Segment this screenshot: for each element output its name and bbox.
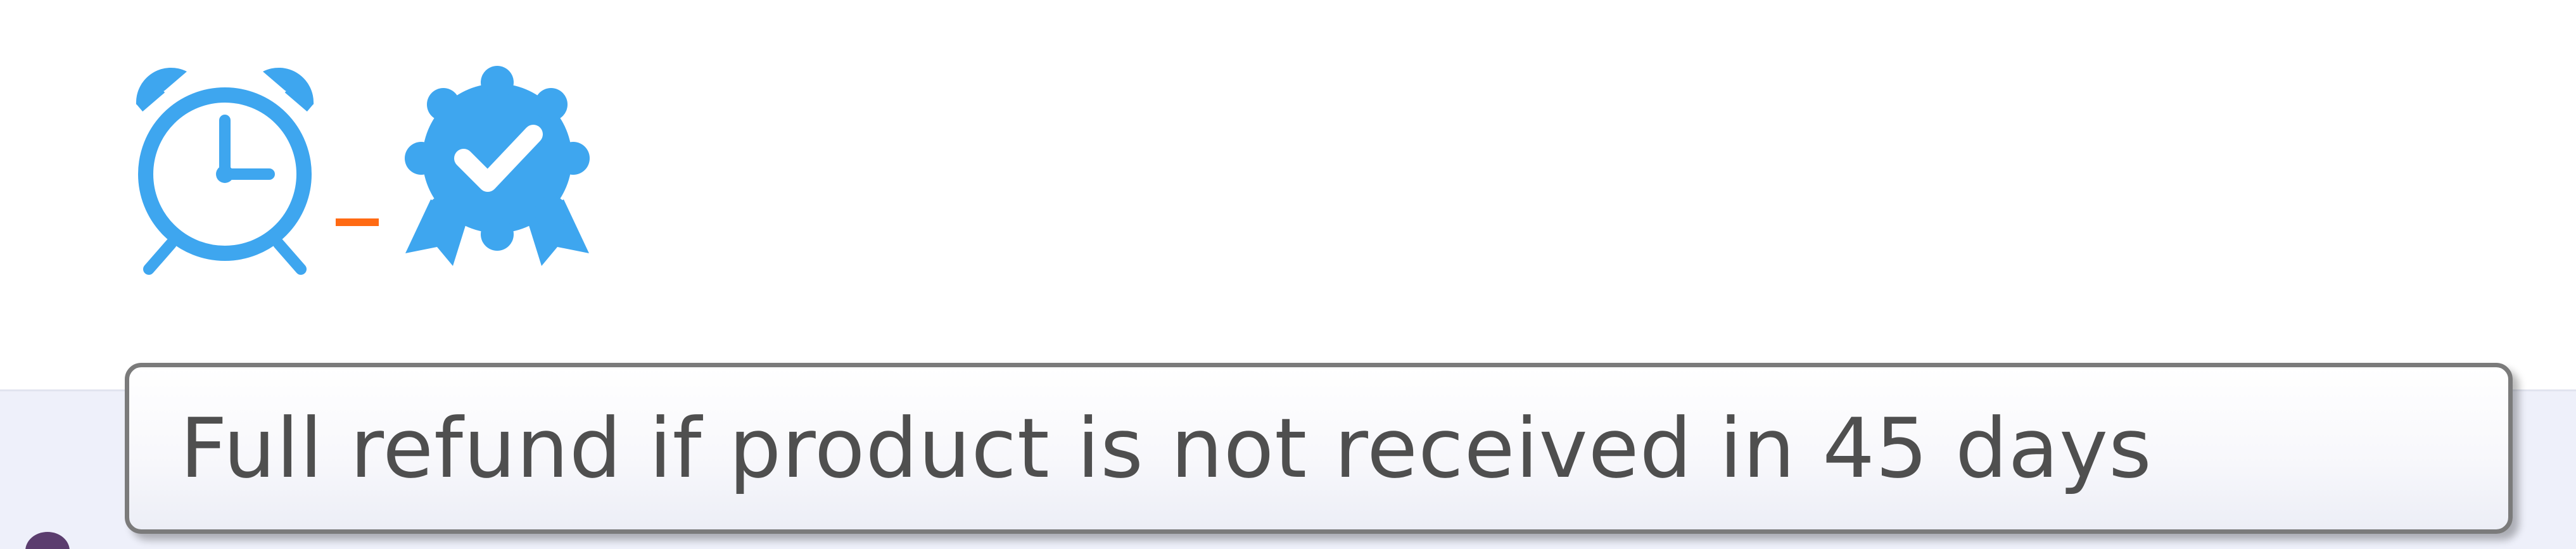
page: Full refund if product is not received i… bbox=[0, 0, 2576, 549]
verified-badge-icon[interactable] bbox=[393, 63, 602, 272]
shipping-guarantee-icons bbox=[127, 60, 621, 288]
tooltip-text: Full refund if product is not received i… bbox=[180, 400, 2152, 496]
separator-dash bbox=[336, 218, 379, 226]
refund-tooltip: Full refund if product is not received i… bbox=[125, 363, 2513, 534]
partial-icon bbox=[25, 532, 70, 549]
alarm-clock-icon[interactable] bbox=[127, 60, 323, 275]
